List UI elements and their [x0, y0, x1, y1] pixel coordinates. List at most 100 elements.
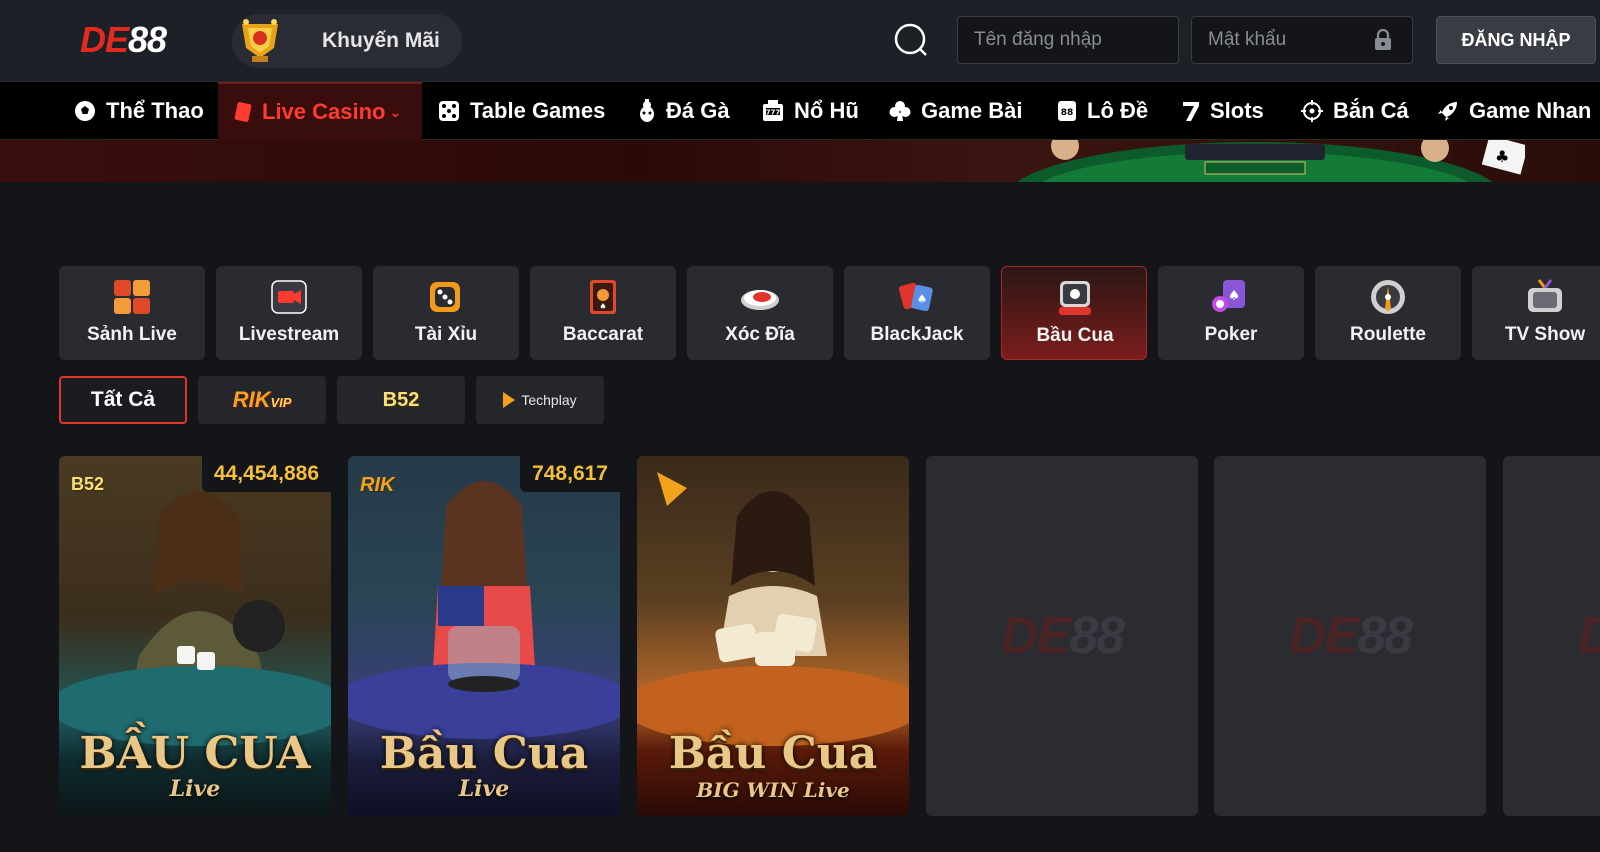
nav-item-the-thao[interactable]: Thể Thao — [74, 82, 204, 140]
category-label: Roulette — [1350, 324, 1426, 345]
category-tai-xiu[interactable]: Tài Xỉu — [373, 266, 519, 360]
svg-text:777: 777 — [766, 109, 781, 117]
trophy-icon — [242, 19, 278, 62]
provider-badge: B52 — [71, 474, 105, 494]
category-roulette[interactable]: Roulette — [1315, 266, 1461, 360]
category-label: Livestream — [238, 324, 340, 345]
cards-icon: ♠ — [898, 282, 933, 312]
club-icon — [889, 101, 911, 121]
game-card-bau-cua-b52[interactable]: B52 44,454,886 BẦU CUA Live — [59, 456, 331, 816]
category-livestream[interactable]: Livestream — [216, 266, 362, 360]
player-count: 44,454,886 — [201, 456, 331, 492]
category-label: Poker — [1204, 324, 1258, 345]
game-subtitle: Live — [458, 776, 510, 802]
dice-icon — [430, 282, 460, 312]
video-camera-icon — [271, 280, 307, 314]
svg-text:88: 88 — [1061, 108, 1074, 118]
tv-icon — [1528, 279, 1562, 312]
lock-icon — [1375, 29, 1391, 50]
nav-label: Table Games — [470, 98, 606, 123]
nav-item-game-nhanh[interactable]: Game Nhan — [1437, 82, 1591, 140]
grid-lobby-icon — [114, 280, 150, 314]
rooster-icon — [640, 99, 654, 122]
nav-item-game-bai[interactable]: Game Bài — [889, 82, 1023, 140]
game-subtitle: Live — [169, 776, 221, 802]
game-card-bau-cua-techplay[interactable]: Bầu Cua BIG WIN Live — [637, 456, 909, 816]
top-header: DE88 Khuyến Mãi ĐĂNG NHẬP — [0, 0, 1600, 82]
de88-placeholder-logo: DE88 — [1503, 606, 1600, 666]
nav-label: Slots — [1210, 98, 1264, 123]
de88-placeholder-logo: DE88 — [1288, 607, 1413, 665]
category-poker[interactable]: ♠ Poker — [1158, 266, 1304, 360]
search-icon[interactable] — [893, 22, 931, 60]
nav-label: Live Casino — [262, 99, 386, 124]
nav-label: Thể Thao — [106, 98, 204, 123]
provider-rik-vip[interactable]: RIKVIP — [198, 376, 326, 424]
rik-vip-logo: RIKVIP — [232, 387, 292, 412]
category-blackjack[interactable]: ♠ BlackJack — [844, 266, 990, 360]
promotion-button[interactable]: Khuyến Mãi — [232, 14, 462, 68]
rocket-icon — [1438, 102, 1457, 121]
logo-num-text: 88 — [128, 19, 167, 60]
game-card-placeholder[interactable]: DE88 — [1503, 456, 1600, 816]
b52-logo: B52 — [382, 388, 420, 411]
category-bau-cua[interactable]: Bầu Cua — [1001, 266, 1147, 360]
techplay-mark-icon — [503, 392, 516, 408]
game-card-placeholder[interactable]: DE88 — [926, 456, 1198, 816]
seven-icon — [1183, 102, 1199, 121]
category-label: Xóc Đĩa — [725, 324, 795, 345]
hero-banner[interactable]: ♣ — [0, 140, 1600, 182]
de88-placeholder-logo: DE88 — [1000, 607, 1125, 665]
de88-logo[interactable]: DE 88 — [80, 19, 167, 60]
playing-card-icon — [234, 102, 252, 122]
roulette-icon — [1371, 280, 1405, 314]
category-label: Bầu Cua — [1036, 325, 1114, 346]
card-icon: ♠ — [590, 280, 616, 314]
category-sanh-live[interactable]: Sảnh Live — [59, 266, 205, 360]
nav-item-slots[interactable]: Slots — [1182, 82, 1264, 140]
nav-label: Game Bài — [921, 98, 1023, 123]
login-button[interactable]: ĐĂNG NHẬP — [1436, 16, 1596, 64]
nav-item-table-games[interactable]: Table Games — [438, 82, 605, 140]
logo-de-text: DE — [80, 19, 129, 60]
nav-item-ban-ca[interactable]: Bắn Cá — [1301, 82, 1409, 140]
category-label: Baccarat — [562, 324, 644, 345]
provider-b52[interactable]: B52 — [337, 376, 465, 424]
provider-techplay[interactable]: Techplay — [476, 376, 604, 424]
category-label: Tài Xỉu — [414, 324, 478, 345]
crab-icon — [1059, 281, 1091, 315]
nav-label: Đá Gà — [666, 98, 730, 123]
provider-badge: RIK — [360, 474, 395, 496]
nav-item-live-casino[interactable]: Live Casino ⌄ — [218, 82, 422, 140]
nav-item-lo-de[interactable]: 88 Lô Đề — [1057, 82, 1148, 140]
game-card-bau-cua-rik[interactable]: RIK 748,617 Bầu Cua Live — [348, 456, 620, 816]
dice-icon — [439, 101, 459, 121]
crosshair-icon — [1301, 100, 1323, 122]
nav-label: Game Nhan — [1469, 98, 1592, 123]
player-count: 748,617 — [520, 456, 620, 492]
category-label: Sảnh Live — [87, 324, 177, 345]
category-tv-show[interactable]: TV Show — [1472, 266, 1600, 360]
slot-machine-icon: 777 — [763, 100, 783, 121]
nav-item-no-hu[interactable]: 777 Nổ Hũ — [762, 82, 859, 140]
promotion-label: Khuyến Mãi — [322, 29, 440, 52]
nav-label: Nổ Hũ — [794, 98, 859, 123]
svg-text:♠: ♠ — [917, 292, 928, 306]
plate-icon — [741, 290, 779, 310]
svg-text:♠: ♠ — [1228, 288, 1241, 304]
game-subtitle: BIG WIN Live — [696, 778, 850, 802]
nav-label: Lô Đề — [1087, 98, 1149, 123]
game-title: Bầu Cua — [668, 728, 878, 779]
nav-item-da-ga[interactable]: Đá Gà — [638, 82, 730, 140]
category-baccarat[interactable]: ♠ Baccarat — [530, 266, 676, 360]
category-xoc-dia[interactable]: Xóc Đĩa — [687, 266, 833, 360]
game-card-placeholder[interactable]: DE88 — [1214, 456, 1486, 816]
provider-all[interactable]: Tất Cả — [59, 376, 187, 424]
lottery-ball-icon: 88 — [1058, 101, 1076, 121]
poker-chips-icon: ♠ — [1212, 280, 1245, 312]
svg-text:♣: ♣ — [1495, 147, 1509, 166]
game-title: BẦU CUA — [79, 728, 311, 779]
techplay-logo: Techplay — [503, 392, 577, 408]
username-input[interactable] — [957, 16, 1179, 64]
category-label: BlackJack — [870, 324, 964, 345]
